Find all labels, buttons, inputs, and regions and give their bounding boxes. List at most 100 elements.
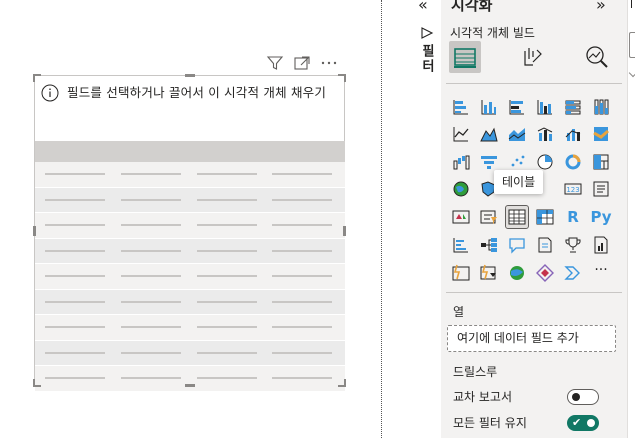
table-row — [35, 238, 345, 264]
build-visual-tab[interactable] — [449, 41, 481, 73]
matrix-icon[interactable] — [534, 206, 556, 228]
stacked-column-chart-icon[interactable] — [478, 96, 500, 118]
drillthrough-section-label: 드릴스루 — [453, 365, 498, 379]
line-clustered-column-icon[interactable] — [534, 123, 556, 145]
table-row — [35, 340, 345, 366]
data-search-box-edge[interactable] — [629, 32, 635, 58]
format-visual-tab[interactable] — [515, 41, 547, 73]
resize-handle-bottom[interactable] — [185, 384, 195, 387]
table-row — [35, 213, 345, 239]
columns-field-well[interactable]: 여기에 데이터 필드 추가 — [447, 325, 616, 352]
toggle-knob — [587, 419, 595, 427]
collapse-filters-button[interactable]: « — [418, 0, 428, 14]
diamond-visual-icon[interactable] — [534, 262, 556, 284]
filter-funnel-icon — [420, 25, 434, 39]
pane-tabs — [449, 41, 625, 75]
gallery-divider — [446, 292, 622, 293]
slicer-icon[interactable] — [478, 206, 500, 228]
more-options-icon[interactable] — [320, 55, 338, 71]
data-pane-edge[interactable] — [627, 0, 635, 438]
azure-map-icon[interactable] — [506, 262, 528, 284]
waterfall-chart-icon[interactable] — [450, 151, 472, 173]
resize-handle-top[interactable] — [185, 74, 195, 77]
donut-chart-icon[interactable] — [562, 151, 584, 173]
area-chart-icon[interactable] — [478, 123, 500, 145]
visual-empty-notice: 필드를 선택하거나 끌어서 이 시각적 개체 채우기 — [41, 84, 341, 102]
visual-notice-text: 필드를 선택하거나 끌어서 이 시각적 개체 채우기 — [67, 85, 327, 100]
line-stacked-column-icon[interactable] — [562, 123, 584, 145]
focus-mode-icon[interactable] — [293, 55, 311, 71]
stacked-area-chart-icon[interactable] — [506, 123, 528, 145]
paginated-report-icon[interactable] — [590, 234, 612, 256]
card-icon[interactable]: 123 — [562, 178, 584, 200]
resize-handle-right[interactable] — [343, 226, 346, 236]
power-automate-icon[interactable] — [478, 262, 500, 284]
visualizations-pane: 시각화 » 시각적 개체 빌드 123 R Py ··· 열 여기에 데이터 필… — [441, 0, 627, 438]
resize-handle-top-left[interactable] — [33, 74, 41, 82]
clustered-bar-chart-icon[interactable] — [506, 96, 528, 118]
data-pane-header-mark — [631, 0, 632, 8]
table-placeholder — [35, 141, 345, 392]
table-row — [35, 162, 345, 188]
python-label: Py — [590, 208, 612, 226]
tabs-divider — [446, 83, 622, 84]
table-header-row — [35, 141, 345, 162]
100-stacked-column-chart-icon[interactable] — [590, 96, 612, 118]
filters-label[interactable]: 필터 — [417, 44, 436, 74]
cross-report-row: 교차 보고서 — [453, 388, 613, 406]
columns-section-label: 열 — [453, 305, 465, 319]
r-script-visual-icon[interactable]: R — [562, 206, 584, 228]
toggle-knob — [572, 393, 580, 401]
table-row — [35, 264, 345, 290]
smart-narrative-icon[interactable] — [534, 234, 556, 256]
resize-handle-left[interactable] — [33, 226, 36, 236]
table-visual-icon[interactable] — [505, 205, 529, 229]
r-script-label: R — [567, 208, 579, 226]
resize-handle-top-right[interactable] — [338, 74, 346, 82]
analytics-tab[interactable] — [581, 41, 613, 73]
pane-title: 시각화 — [451, 0, 493, 14]
canvas-boundary — [381, 0, 382, 438]
decomposition-tree-icon[interactable] — [478, 234, 500, 256]
resize-handle-bottom-right[interactable] — [338, 379, 346, 387]
kpi-icon[interactable] — [450, 206, 472, 228]
visual-type-tooltip: 테이블 — [494, 170, 544, 194]
check-icon: ✔ — [572, 416, 582, 429]
cross-report-label: 교차 보고서 — [453, 390, 513, 404]
table-row — [35, 187, 345, 213]
key-influencers-icon[interactable] — [450, 234, 472, 256]
chevron-down-icon[interactable] — [628, 68, 635, 78]
info-icon — [41, 84, 59, 102]
keep-filters-toggle[interactable]: ✔ — [567, 415, 599, 431]
table-row — [35, 289, 345, 315]
more-icon: ··· — [594, 262, 608, 278]
ribbon-chart-icon[interactable] — [590, 123, 612, 145]
resize-handle-bottom-left[interactable] — [33, 379, 41, 387]
map-icon[interactable] — [450, 178, 472, 200]
treemap-icon[interactable] — [590, 151, 612, 173]
qa-visual-icon[interactable] — [506, 234, 528, 256]
chevron-visual-icon[interactable] — [562, 262, 584, 284]
goals-trophy-icon[interactable] — [562, 234, 584, 256]
stacked-bar-chart-icon[interactable] — [450, 96, 472, 118]
build-visual-label: 시각적 개체 빌드 — [450, 26, 535, 40]
keep-filters-row: 모든 필터 유지 ✔ — [453, 414, 613, 432]
100-stacked-bar-chart-icon[interactable] — [562, 96, 584, 118]
clustered-column-chart-icon[interactable] — [534, 96, 556, 118]
get-more-visuals-button[interactable]: ··· — [590, 262, 612, 284]
line-chart-icon[interactable] — [450, 123, 472, 145]
table-row — [35, 315, 345, 341]
card-icon-text: 123 — [566, 186, 579, 194]
multi-row-card-icon[interactable] — [590, 178, 612, 200]
report-canvas[interactable]: 필드를 선택하거나 끌어서 이 시각적 개체 채우기 — [0, 0, 382, 438]
visual-header — [266, 55, 338, 71]
filter-icon[interactable] — [266, 55, 284, 71]
table-row — [35, 366, 345, 392]
expand-pane-button[interactable]: » — [596, 0, 606, 14]
power-apps-icon[interactable] — [450, 262, 472, 284]
python-visual-icon[interactable]: Py — [590, 206, 612, 228]
keep-filters-label: 모든 필터 유지 — [453, 416, 527, 430]
filters-pane-collapsed[interactable]: « 필터 — [410, 0, 441, 438]
cross-report-toggle[interactable] — [567, 389, 599, 405]
table-visual[interactable]: 필드를 선택하거나 끌어서 이 시각적 개체 채우기 — [33, 74, 346, 392]
